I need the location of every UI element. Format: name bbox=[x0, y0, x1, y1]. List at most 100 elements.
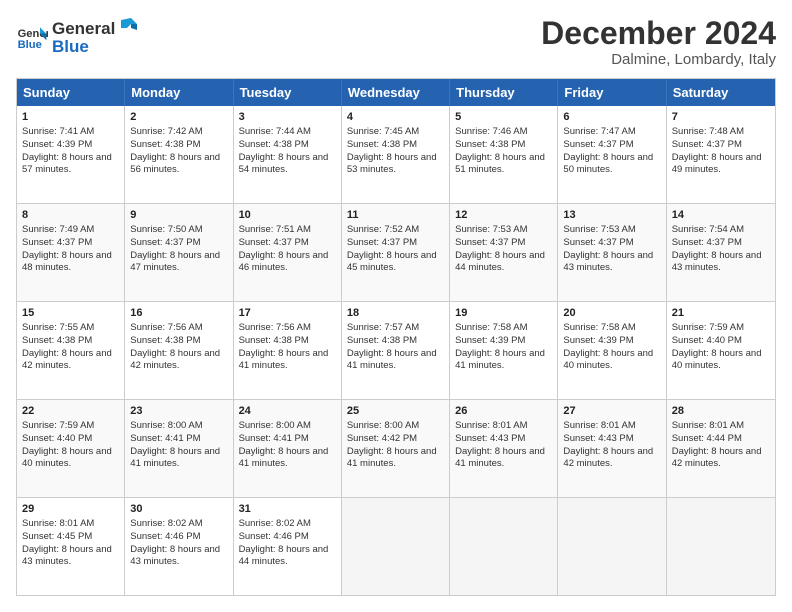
sunset: Sunset: 4:40 PM bbox=[22, 433, 92, 444]
day-number: 15 bbox=[22, 306, 119, 321]
daylight: Daylight: 8 hours and 44 minutes. bbox=[239, 544, 329, 568]
logo-blue: Blue bbox=[52, 37, 141, 57]
sunset: Sunset: 4:43 PM bbox=[563, 433, 633, 444]
day-number: 30 bbox=[130, 502, 227, 517]
calendar-cell: 2Sunrise: 7:42 AMSunset: 4:38 PMDaylight… bbox=[125, 106, 233, 203]
calendar-cell: 29Sunrise: 8:01 AMSunset: 4:45 PMDayligh… bbox=[17, 498, 125, 595]
sunset: Sunset: 4:37 PM bbox=[130, 237, 200, 248]
day-number: 5 bbox=[455, 110, 552, 125]
daylight: Daylight: 8 hours and 44 minutes. bbox=[455, 250, 545, 274]
daylight: Daylight: 8 hours and 53 minutes. bbox=[347, 152, 437, 176]
day-number: 20 bbox=[563, 306, 660, 321]
weekday-wednesday: Wednesday bbox=[342, 79, 450, 106]
day-number: 12 bbox=[455, 208, 552, 223]
sunrise: Sunrise: 8:00 AM bbox=[239, 420, 311, 431]
day-number: 27 bbox=[563, 404, 660, 419]
page: General Blue General Blue December 2024 … bbox=[0, 0, 792, 612]
sunrise: Sunrise: 8:02 AM bbox=[239, 518, 311, 529]
sunrise: Sunrise: 7:50 AM bbox=[130, 224, 202, 235]
sunset: Sunset: 4:37 PM bbox=[672, 139, 742, 150]
daylight: Daylight: 8 hours and 40 minutes. bbox=[563, 348, 653, 372]
daylight: Daylight: 8 hours and 43 minutes. bbox=[563, 250, 653, 274]
sunset: Sunset: 4:41 PM bbox=[239, 433, 309, 444]
daylight: Daylight: 8 hours and 45 minutes. bbox=[347, 250, 437, 274]
calendar-row-3: 15Sunrise: 7:55 AM Sunset: 4:38 PM Dayligh… bbox=[17, 301, 775, 399]
daylight: Daylight: 8 hours and 49 minutes. bbox=[672, 152, 762, 176]
sunrise: Sunrise: 8:01 AM bbox=[672, 420, 744, 431]
calendar-cell: 1Sunrise: 7:41 AMSunset: 4:39 PMDaylight… bbox=[17, 106, 125, 203]
day-number: 21 bbox=[672, 306, 770, 321]
sunset: Sunset: 4:42 PM bbox=[347, 433, 417, 444]
day-number: 18 bbox=[347, 306, 444, 321]
sunset: Sunset: 4:37 PM bbox=[563, 237, 633, 248]
calendar-cell: 7Sunrise: 7:48 AMSunset: 4:37 PMDaylight… bbox=[667, 106, 775, 203]
sunrise: Sunrise: 8:01 AM bbox=[563, 420, 635, 431]
daylight: Daylight: 8 hours and 42 minutes. bbox=[130, 348, 220, 372]
day-number: 11 bbox=[347, 208, 444, 223]
calendar-cell: 17Sunrise: 7:56 AMSunset: 4:38 PMDayligh… bbox=[234, 302, 342, 399]
day-number: 16 bbox=[130, 306, 227, 321]
sunrise: Sunrise: 7:55 AM bbox=[22, 322, 94, 333]
calendar-cell: 11Sunrise: 7:52 AMSunset: 4:37 PMDayligh… bbox=[342, 204, 450, 301]
day-number: 23 bbox=[130, 404, 227, 419]
calendar-cell: 8Sunrise: 7:49 AMSunset: 4:37 PMDaylight… bbox=[17, 204, 125, 301]
day-number: 6 bbox=[563, 110, 660, 125]
sunset: Sunset: 4:38 PM bbox=[130, 139, 200, 150]
calendar-cell: 28Sunrise: 8:01 AMSunset: 4:44 PMDayligh… bbox=[667, 400, 775, 497]
weekday-monday: Monday bbox=[125, 79, 233, 106]
sunrise: Sunrise: 8:01 AM bbox=[22, 518, 94, 529]
sunrise: Sunrise: 7:45 AM bbox=[347, 126, 419, 137]
day-number: 31 bbox=[239, 502, 336, 517]
day-number: 22 bbox=[22, 404, 119, 419]
calendar-body: 1Sunrise: 7:41 AMSunset: 4:39 PMDaylight… bbox=[17, 106, 775, 595]
sunrise: Sunrise: 7:59 AM bbox=[672, 322, 744, 333]
daylight: Daylight: 8 hours and 41 minutes. bbox=[239, 348, 329, 372]
day-number: 7 bbox=[672, 110, 770, 125]
calendar-cell: 4Sunrise: 7:45 AMSunset: 4:38 PMDaylight… bbox=[342, 106, 450, 203]
calendar-cell: 12Sunrise: 7:53 AMSunset: 4:37 PMDayligh… bbox=[450, 204, 558, 301]
sunset: Sunset: 4:38 PM bbox=[22, 335, 92, 346]
header: General Blue General Blue December 2024 … bbox=[16, 16, 776, 68]
calendar-cell: 24Sunrise: 8:00 AMSunset: 4:41 PMDayligh… bbox=[234, 400, 342, 497]
sunrise: Sunrise: 7:58 AM bbox=[563, 322, 635, 333]
daylight: Daylight: 8 hours and 43 minutes. bbox=[672, 250, 762, 274]
logo-icon: General Blue bbox=[16, 21, 48, 53]
daylight: Daylight: 8 hours and 41 minutes. bbox=[347, 348, 437, 372]
sunset: Sunset: 4:41 PM bbox=[130, 433, 200, 444]
day-number: 24 bbox=[239, 404, 336, 419]
daylight: Daylight: 8 hours and 41 minutes. bbox=[455, 348, 545, 372]
sunrise: Sunrise: 7:47 AM bbox=[563, 126, 635, 137]
daylight: Daylight: 8 hours and 40 minutes. bbox=[22, 446, 112, 470]
sunset: Sunset: 4:40 PM bbox=[672, 335, 742, 346]
location: Dalmine, Lombardy, Italy bbox=[541, 51, 776, 68]
calendar-cell bbox=[667, 498, 775, 595]
title-block: December 2024 Dalmine, Lombardy, Italy bbox=[541, 16, 776, 68]
daylight: Daylight: 8 hours and 47 minutes. bbox=[130, 250, 220, 274]
logo: General Blue General Blue bbox=[16, 16, 141, 57]
day-number: 25 bbox=[347, 404, 444, 419]
sunset: Sunset: 4:38 PM bbox=[239, 139, 309, 150]
sunrise: Sunrise: 7:46 AM bbox=[455, 126, 527, 137]
sunset: Sunset: 4:39 PM bbox=[563, 335, 633, 346]
daylight: Daylight: 8 hours and 48 minutes. bbox=[22, 250, 112, 274]
sunrise: Sunrise: 8:00 AM bbox=[130, 420, 202, 431]
weekday-saturday: Saturday bbox=[667, 79, 775, 106]
day-number: 13 bbox=[563, 208, 660, 223]
sunrise: Sunrise: 7:44 AM bbox=[239, 126, 311, 137]
calendar-row-4: 22Sunrise: 7:59 AM Sunset: 4:40 PM Dayligh… bbox=[17, 399, 775, 497]
sunrise: Sunrise: 7:51 AM bbox=[239, 224, 311, 235]
sunrise: Sunrise: 7:56 AM bbox=[239, 322, 311, 333]
daylight: Daylight: 8 hours and 42 minutes. bbox=[672, 446, 762, 470]
sunrise: Sunrise: 7:57 AM bbox=[347, 322, 419, 333]
daylight: Daylight: 8 hours and 51 minutes. bbox=[455, 152, 545, 176]
day-number: 28 bbox=[672, 404, 770, 419]
sunrise: Sunrise: 7:59 AM bbox=[22, 420, 94, 431]
sunrise: Sunrise: 7:58 AM bbox=[455, 322, 527, 333]
sunset: Sunset: 4:37 PM bbox=[239, 237, 309, 248]
daylight: Daylight: 8 hours and 43 minutes. bbox=[22, 544, 112, 568]
calendar-cell: 25Sunrise: 8:00 AMSunset: 4:42 PMDayligh… bbox=[342, 400, 450, 497]
day-number: 29 bbox=[22, 502, 119, 517]
sunset: Sunset: 4:37 PM bbox=[22, 237, 92, 248]
sunset: Sunset: 4:37 PM bbox=[347, 237, 417, 248]
day-number: 2 bbox=[130, 110, 227, 125]
